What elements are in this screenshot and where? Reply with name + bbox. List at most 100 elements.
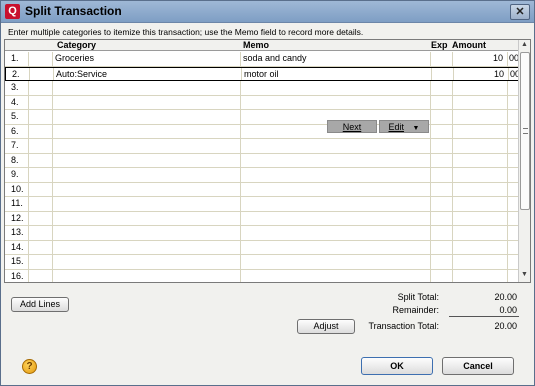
row-flag-cell[interactable] (29, 124, 53, 138)
scroll-up-arrow-icon[interactable]: ▲ (521, 41, 528, 48)
amount-cell[interactable] (453, 95, 508, 109)
amount-cell[interactable] (453, 269, 508, 282)
category-cell[interactable] (53, 153, 241, 167)
category-cell[interactable] (53, 211, 241, 225)
exp-cell[interactable] (431, 182, 453, 196)
row-flag-cell[interactable] (29, 110, 53, 124)
vertical-scrollbar[interactable]: ▲ ▼ (518, 40, 530, 282)
split-row[interactable]: 9. (5, 168, 519, 183)
category-cell[interactable]: Auto:Service (54, 67, 242, 80)
split-row[interactable]: 1. Groceries soda and candy 10 00 (5, 52, 519, 67)
row-flag-cell[interactable] (29, 269, 53, 282)
split-row[interactable]: 11. (5, 197, 519, 212)
split-row[interactable]: 4. (5, 95, 519, 110)
column-header-category[interactable]: Category (57, 40, 96, 50)
memo-cell[interactable] (241, 182, 431, 196)
cancel-button[interactable]: Cancel (442, 357, 514, 375)
edit-menu-button[interactable]: Edit ▼ (379, 120, 429, 133)
row-flag-cell[interactable] (29, 81, 53, 95)
amount-cell[interactable] (453, 240, 508, 254)
row-flag-cell[interactable] (29, 95, 53, 109)
exp-cell[interactable] (431, 110, 453, 124)
exp-cell[interactable] (431, 240, 453, 254)
scroll-down-arrow-icon[interactable]: ▼ (521, 271, 528, 278)
memo-cell[interactable] (241, 226, 431, 240)
category-cell[interactable] (53, 182, 241, 196)
row-flag-cell[interactable] (29, 168, 53, 182)
exp-cell[interactable] (431, 139, 453, 153)
split-row[interactable]: 3. (5, 81, 519, 96)
split-row[interactable]: 7. (5, 139, 519, 154)
help-icon[interactable]: ? (22, 359, 37, 374)
exp-cell[interactable] (431, 197, 453, 211)
row-flag-cell[interactable] (29, 197, 53, 211)
exp-cell[interactable] (431, 124, 453, 138)
row-flag-cell[interactable] (29, 139, 53, 153)
split-row[interactable]: 5. (5, 110, 519, 125)
exp-cell[interactable] (431, 81, 453, 95)
close-button[interactable]: ✕ (510, 4, 530, 20)
split-row[interactable]: 16. (5, 269, 519, 282)
split-row[interactable]: 14. (5, 240, 519, 255)
category-cell[interactable] (53, 255, 241, 269)
category-cell[interactable] (53, 95, 241, 109)
amount-cell[interactable]: 10 (454, 67, 509, 80)
row-flag-cell[interactable] (29, 211, 53, 225)
row-flag-cell[interactable] (29, 226, 53, 240)
scrollbar-thumb[interactable] (520, 52, 530, 210)
ok-button[interactable]: OK (361, 357, 433, 375)
category-cell[interactable] (53, 168, 241, 182)
category-cell[interactable] (53, 139, 241, 153)
memo-cell[interactable] (241, 153, 431, 167)
split-row[interactable]: 13. (5, 226, 519, 241)
split-row[interactable]: 12. (5, 211, 519, 226)
row-flag-cell[interactable] (29, 52, 53, 66)
row-flag-cell[interactable] (29, 255, 53, 269)
category-cell[interactable] (53, 240, 241, 254)
split-row[interactable]: 8. (5, 153, 519, 168)
memo-cell[interactable] (241, 197, 431, 211)
exp-cell[interactable] (431, 95, 453, 109)
amount-cell[interactable] (453, 255, 508, 269)
add-lines-button[interactable]: Add Lines (11, 297, 69, 312)
exp-cell[interactable] (431, 52, 453, 66)
exp-cell[interactable] (431, 255, 453, 269)
memo-cell[interactable] (241, 95, 431, 109)
amount-cell[interactable] (453, 124, 508, 138)
category-cell[interactable]: Groceries (53, 52, 241, 66)
memo-cell[interactable] (241, 81, 431, 95)
memo-cell[interactable]: soda and candy (241, 52, 431, 66)
row-flag-cell[interactable] (29, 153, 53, 167)
amount-cell[interactable] (453, 182, 508, 196)
next-button[interactable]: Next (327, 120, 377, 133)
category-cell[interactable] (53, 269, 241, 282)
category-cell[interactable] (53, 197, 241, 211)
amount-cell[interactable] (453, 226, 508, 240)
memo-cell[interactable]: motor oil (242, 67, 432, 80)
memo-cell[interactable] (241, 255, 431, 269)
memo-cell[interactable] (241, 211, 431, 225)
amount-cell[interactable] (453, 110, 508, 124)
amount-cell[interactable] (453, 197, 508, 211)
split-row[interactable]: 6. (5, 124, 519, 139)
column-header-exp[interactable]: Exp (431, 40, 448, 50)
split-row[interactable]: 15. (5, 255, 519, 270)
exp-cell[interactable] (431, 168, 453, 182)
amount-cell[interactable] (453, 139, 508, 153)
row-flag-cell[interactable] (30, 67, 54, 80)
category-cell[interactable] (53, 81, 241, 95)
memo-cell[interactable] (241, 269, 431, 282)
category-cell[interactable] (53, 110, 241, 124)
memo-cell[interactable] (241, 139, 431, 153)
exp-cell[interactable] (431, 226, 453, 240)
amount-cell[interactable] (453, 81, 508, 95)
column-header-amount[interactable]: Amount (452, 40, 486, 50)
memo-cell[interactable] (241, 168, 431, 182)
exp-cell[interactable] (431, 211, 453, 225)
row-flag-cell[interactable] (29, 240, 53, 254)
memo-cell[interactable] (241, 240, 431, 254)
exp-cell[interactable] (432, 67, 454, 80)
split-row[interactable]: 10. (5, 182, 519, 197)
exp-cell[interactable] (431, 153, 453, 167)
amount-cell[interactable] (453, 211, 508, 225)
